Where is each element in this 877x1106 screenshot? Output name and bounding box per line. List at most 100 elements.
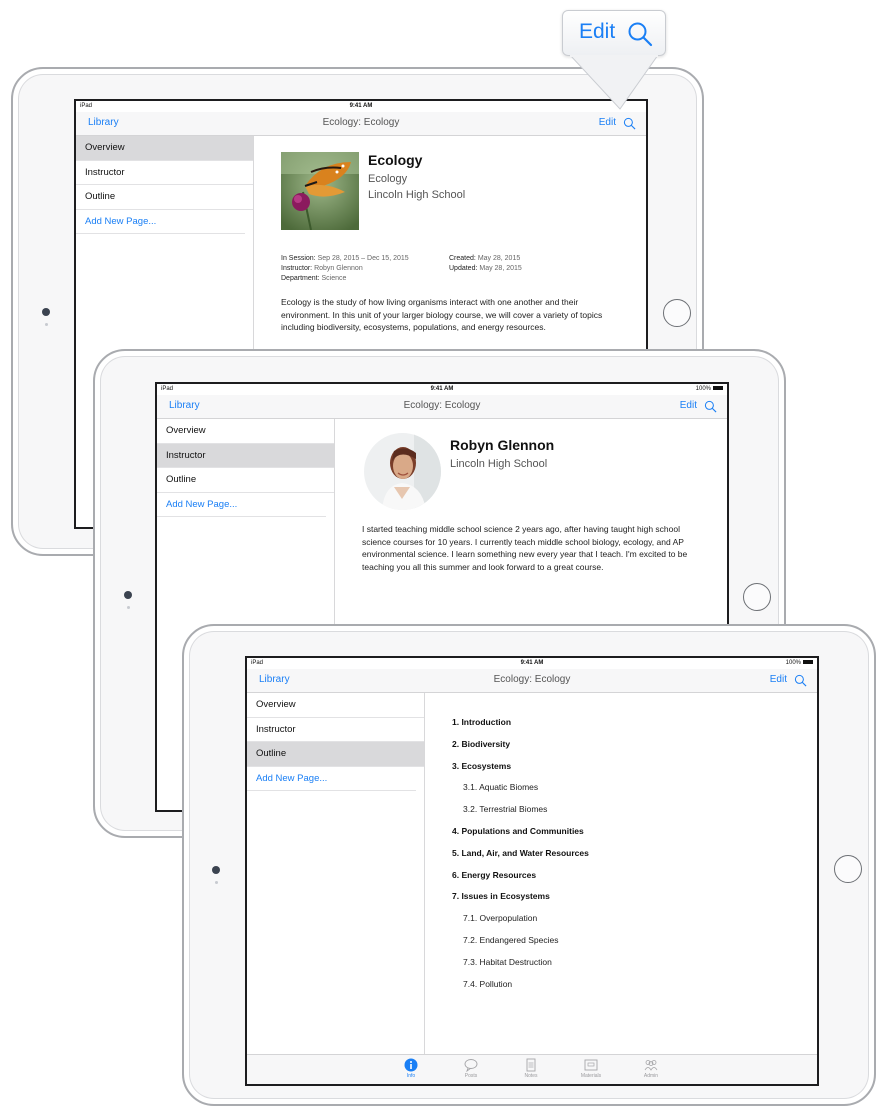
battery-percent: 100%	[785, 660, 801, 666]
outline-subitem[interactable]: 7.2. Endangered Species	[452, 933, 589, 955]
notes-icon	[526, 1058, 536, 1072]
outline-item[interactable]: 2. Biodiversity	[452, 737, 589, 759]
sidebar: Overview Instructor Outline Add New Page…	[247, 693, 425, 1054]
camera-icon	[124, 591, 132, 599]
outline-subitem[interactable]: 7.3. Habitat Destruction	[452, 955, 589, 977]
clock: 9:41 AM	[430, 386, 454, 392]
tab-notes[interactable]: Notes	[511, 1058, 551, 1079]
camera-icon	[212, 866, 220, 874]
sidebar-item-outline[interactable]: Outline	[247, 742, 424, 767]
course-image-butterfly	[281, 152, 359, 230]
sidebar-item-instructor[interactable]: Instructor	[157, 443, 334, 468]
add-new-page-button[interactable]: Add New Page...	[157, 493, 326, 517]
outline-item[interactable]: 7. Issues in Ecosystems	[452, 889, 589, 911]
sidebar-item-instructor[interactable]: Instructor	[76, 161, 253, 185]
in-session-label: In Session:	[281, 255, 316, 262]
status-bar: iPad 9:41 AM 100%	[247, 658, 817, 669]
session-meta: In Session: Sep 28, 2015 – Dec 15, 2015 …	[281, 254, 409, 284]
course-school: Lincoln High School	[368, 189, 466, 201]
department-label: Department:	[281, 275, 320, 282]
camera-icon	[42, 308, 50, 316]
updated-value: May 28, 2015	[479, 265, 522, 272]
sensor-dot	[215, 881, 218, 884]
sidebar-item-overview[interactable]: Overview	[76, 136, 253, 161]
navigation-bar: Library Ecology: Ecology Edit	[157, 395, 727, 419]
nav-title: Ecology: Ecology	[403, 400, 481, 411]
sidebar-item-instructor[interactable]: Instructor	[247, 718, 424, 742]
search-icon[interactable]	[623, 117, 636, 130]
battery-indicator: 100%	[696, 386, 723, 392]
tab-info[interactable]: Info	[391, 1058, 431, 1079]
outline-subitem[interactable]: 7.4. Pollution	[452, 977, 589, 999]
tab-materials[interactable]: Materials	[571, 1058, 611, 1079]
outline-item[interactable]: 6. Energy Resources	[452, 868, 589, 890]
info-icon	[404, 1058, 418, 1072]
created-value: May 28, 2015	[477, 255, 521, 262]
callout-pointer	[569, 55, 659, 110]
outline-item[interactable]: 3. Ecosystems	[452, 759, 589, 781]
tab-bar: Info Posts Notes Materials Admin	[247, 1054, 817, 1084]
department-value: Science	[321, 275, 347, 282]
outline-content: 1. Introduction 2. Biodiversity 3. Ecosy…	[426, 693, 817, 1054]
instructor-value: Robyn Glennon	[314, 265, 363, 272]
battery-percent: 100%	[695, 386, 711, 392]
outline-subitem[interactable]: 3.1. Aquatic Biomes	[452, 780, 589, 802]
sensor-dot	[45, 323, 48, 326]
created-label: Created:	[449, 255, 476, 262]
search-icon[interactable]	[704, 400, 717, 413]
edit-button[interactable]: Edit	[770, 674, 787, 685]
people-icon	[644, 1060, 658, 1071]
tab-posts[interactable]: Posts	[451, 1058, 491, 1079]
clock: 9:41 AM	[349, 103, 373, 109]
sidebar-item-outline[interactable]: Outline	[76, 185, 253, 210]
battery-indicator: 100%	[786, 660, 813, 666]
home-button[interactable]	[663, 299, 691, 327]
outline-item[interactable]: 5. Land, Air, and Water Resources	[452, 846, 589, 868]
outline-subitem[interactable]: 7.1. Overpopulation	[452, 911, 589, 933]
status-bar: iPad 9:41 AM	[76, 101, 646, 112]
tab-label: Admin	[643, 1073, 659, 1079]
dates-meta: Created: May 28, 2015 Updated: May 28, 2…	[449, 254, 522, 274]
navigation-bar: Library Ecology: Ecology Edit	[247, 669, 817, 693]
search-icon[interactable]	[794, 674, 807, 687]
battery-icon	[803, 660, 813, 665]
course-description: Ecology is the study of how living organ…	[281, 297, 603, 332]
sidebar-item-overview[interactable]: Overview	[247, 693, 424, 718]
clock: 9:41 AM	[520, 660, 544, 666]
edit-search-callout: Edit	[562, 10, 666, 56]
speech-bubble-icon	[464, 1059, 478, 1072]
callout-edit-label: Edit	[579, 20, 616, 43]
nav-title: Ecology: Ecology	[322, 117, 400, 128]
updated-label: Updated:	[449, 265, 478, 272]
edit-button[interactable]: Edit	[680, 400, 697, 411]
sensor-dot	[127, 606, 130, 609]
nav-title: Ecology: Ecology	[493, 674, 571, 685]
sidebar-item-overview[interactable]: Overview	[157, 419, 334, 444]
home-button[interactable]	[743, 583, 771, 611]
edit-button[interactable]: Edit	[599, 117, 616, 128]
instructor-avatar	[364, 433, 441, 510]
tab-admin[interactable]: Admin	[631, 1058, 671, 1079]
home-button[interactable]	[834, 855, 862, 883]
outline-item[interactable]: 1. Introduction	[452, 715, 589, 737]
tab-label: Materials	[580, 1073, 602, 1079]
instructor-school: Lincoln High School	[450, 458, 548, 470]
instructor-bio: I started teaching middle school science…	[362, 524, 688, 572]
instructor-name: Robyn Glennon	[450, 437, 555, 453]
in-session-value: Sep 28, 2015 – Dec 15, 2015	[317, 255, 409, 262]
outline-subitem[interactable]: 3.2. Terrestrial Biomes	[452, 802, 589, 824]
tab-label: Posts	[464, 1073, 478, 1079]
battery-icon	[713, 386, 723, 391]
outline-item[interactable]: 4. Populations and Communities	[452, 824, 589, 846]
materials-icon	[584, 1059, 598, 1071]
tab-label: Info	[406, 1073, 416, 1079]
add-new-page-button[interactable]: Add New Page...	[76, 210, 245, 234]
sidebar-item-outline[interactable]: Outline	[157, 468, 334, 493]
outline-list: 1. Introduction 2. Biodiversity 3. Ecosy…	[452, 715, 589, 998]
instructor-label: Instructor:	[281, 265, 313, 272]
ipad-outline: iPad 9:41 AM 100% Library Ecology: Ecolo…	[182, 624, 876, 1106]
navigation-bar: Library Ecology: Ecology Edit	[76, 112, 646, 136]
add-new-page-button[interactable]: Add New Page...	[247, 767, 416, 791]
screen-outline: iPad 9:41 AM 100% Library Ecology: Ecolo…	[245, 656, 819, 1086]
search-icon	[628, 22, 653, 47]
